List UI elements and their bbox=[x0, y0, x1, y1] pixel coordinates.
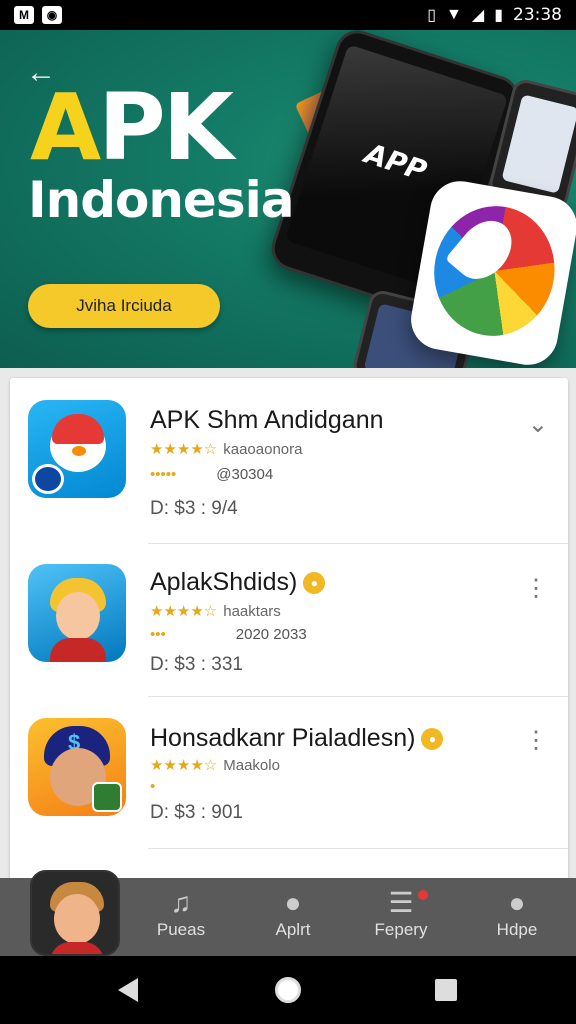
app-icon-girl bbox=[28, 564, 126, 662]
bottom-navigation: ♫ Pueas ● Aplrt ☰ Fepery ● Hdpe bbox=[0, 870, 576, 956]
system-navigation-bar bbox=[0, 956, 576, 1024]
list-icon: ☰ bbox=[388, 887, 414, 918]
app-subinfo: ••• 2020 2033 bbox=[150, 626, 307, 643]
rating-dots: • bbox=[150, 778, 156, 795]
nav-item-hdpe[interactable]: ● Hdpe bbox=[462, 886, 572, 940]
star-rating-icon: ★★★★☆ bbox=[150, 441, 218, 458]
app-title: APK Shm Andidgann bbox=[150, 406, 384, 434]
app-size: D: $3 : 331 bbox=[150, 654, 243, 675]
signal-icon: ◢ bbox=[471, 7, 485, 24]
status-time: 23:38 bbox=[513, 5, 562, 25]
app-meta: haaktars bbox=[223, 603, 281, 620]
app-rating: ★★★★☆ haaktars bbox=[150, 602, 281, 620]
star-rating-icon: ★★★★☆ bbox=[150, 603, 218, 620]
more-vert-icon[interactable]: ⋮ bbox=[524, 726, 548, 755]
app-title: Honsadkanr Pialadlesn) ● bbox=[150, 724, 444, 753]
app-rating: ★★★★☆ Maakolo bbox=[150, 756, 280, 774]
status-bar: M ◉ ▯ ▼ ◢ ▮ 23:38 bbox=[0, 0, 576, 30]
system-recents-icon[interactable] bbox=[435, 979, 457, 1001]
list-item[interactable]: $ Honsadkanr Pialadlesn) ● ★★★★☆ Maakolo •… bbox=[10, 698, 568, 850]
app-meta: Maakolo bbox=[223, 757, 280, 774]
profile-icon: ● bbox=[508, 887, 526, 918]
app-store-logo-icon bbox=[406, 176, 576, 368]
hero-banner: APP ← APK Indonesia Jviha Irciuda bbox=[0, 30, 576, 368]
system-back-icon[interactable] bbox=[118, 978, 138, 1002]
banner-subtitle: Indonesia bbox=[28, 171, 294, 229]
divider bbox=[148, 696, 568, 697]
banner-cta-button[interactable]: Jviha Irciuda bbox=[28, 284, 220, 328]
divider bbox=[148, 848, 568, 849]
m-notification-icon: M bbox=[14, 6, 34, 24]
wifi-icon: ▼ bbox=[446, 6, 462, 23]
nav-label: Pueas bbox=[156, 920, 206, 939]
app-icon-bird bbox=[28, 400, 126, 498]
app-subinfo: ••••• @30304 bbox=[150, 466, 273, 483]
app-screen: M ◉ ▯ ▼ ◢ ▮ 23:38 APP ← APK Indonesia Jv… bbox=[0, 0, 576, 1024]
nav-item-fepery[interactable]: ☰ Fepery bbox=[346, 886, 456, 940]
nav-label: Hdpe bbox=[496, 920, 538, 939]
app-meta-2: @30304 bbox=[216, 466, 274, 483]
verified-badge-icon: ● bbox=[421, 728, 444, 751]
banner-cta-label: Jviha Irciuda bbox=[76, 296, 172, 315]
nav-label: Aplrt bbox=[275, 920, 311, 939]
nav-item-pueas[interactable]: ♫ Pueas bbox=[126, 886, 236, 940]
notification-icon: ◉ bbox=[42, 6, 62, 24]
app-subinfo: • bbox=[150, 778, 155, 795]
app-meta-2: 2020 2033 bbox=[235, 626, 307, 643]
list-item[interactable]: AplakShdids) ● ★★★★☆ haaktars ••• 2020 2033… bbox=[10, 544, 568, 696]
banner-title: APK bbox=[30, 74, 234, 181]
nav-item-aplrt[interactable]: ● Aplrt bbox=[238, 886, 348, 940]
star-rating-icon: ★★★★☆ bbox=[150, 757, 218, 774]
featured-app-thumbnail[interactable] bbox=[30, 870, 120, 956]
app-size: D: $3 : 9/4 bbox=[150, 498, 238, 519]
app-list-card: APK Shm Andidgann ★★★★☆ kaaoaonora ••••• @… bbox=[10, 378, 568, 898]
app-icon-boy: $ bbox=[28, 718, 126, 816]
app-meta: kaaoaonora bbox=[223, 441, 303, 458]
rating-dots: ••••• bbox=[150, 466, 177, 483]
app-size: D: $3 : 901 bbox=[150, 802, 243, 823]
app-rating: ★★★★☆ kaaoaonora bbox=[150, 440, 302, 458]
more-vert-icon[interactable]: ⋮ bbox=[524, 574, 548, 603]
person-icon: ● bbox=[284, 887, 302, 918]
notification-dot bbox=[418, 890, 428, 900]
list-item[interactable]: APK Shm Andidgann ★★★★☆ kaaoaonora ••••• @… bbox=[10, 378, 568, 530]
music-note-icon: ♫ bbox=[170, 887, 192, 918]
vibrate-icon: ▯ bbox=[427, 7, 437, 24]
battery-icon: ▮ bbox=[494, 7, 503, 24]
nav-label: Fepery bbox=[374, 920, 428, 939]
verified-badge-icon: ● bbox=[303, 572, 326, 595]
chevron-down-icon[interactable]: ⌄ bbox=[528, 410, 548, 439]
system-home-icon[interactable] bbox=[275, 977, 301, 1003]
app-title: AplakShdids) ● bbox=[150, 568, 326, 597]
rating-dots: ••• bbox=[150, 626, 166, 643]
